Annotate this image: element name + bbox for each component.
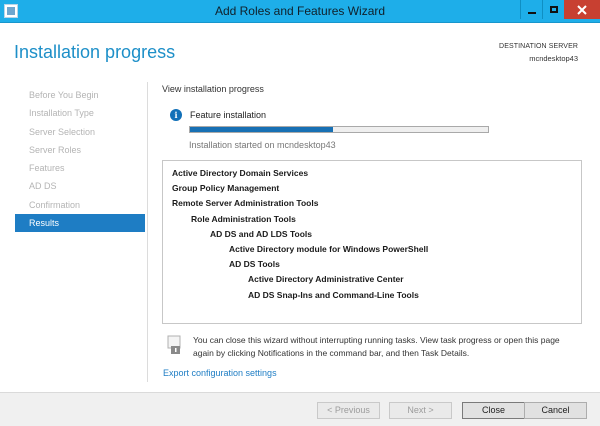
cancel-button[interactable]: Cancel — [524, 402, 587, 419]
nav-item-results[interactable]: Results — [15, 214, 145, 233]
installation-status-text: Installation started on mcndesktop43 — [189, 140, 336, 150]
features-list[interactable]: Active Directory Domain Services Group Po… — [162, 160, 582, 324]
nav-item-server-roles[interactable]: Server Roles — [15, 141, 145, 159]
feature-list-item: Remote Server Administration Tools — [172, 198, 319, 209]
nav-item-confirmation[interactable]: Confirmation — [15, 196, 145, 214]
info-icon: i — [170, 109, 182, 121]
nav-item-installation-type[interactable]: Installation Type — [15, 104, 145, 122]
feature-installation-label: Feature installation — [190, 110, 267, 120]
feature-list-item: AD DS and AD LDS Tools — [210, 228, 312, 239]
feature-list-item: Role Administration Tools — [191, 213, 296, 224]
wizard-nav: Before You Begin Installation Type Serve… — [15, 86, 145, 233]
feature-installation-row: i Feature installation — [170, 108, 500, 128]
close-icon — [577, 4, 587, 15]
export-configuration-link[interactable]: Export configuration settings — [163, 368, 277, 378]
feature-list-item: AD DS Snap-Ins and Command-Line Tools — [248, 289, 419, 300]
page-title: Installation progress — [14, 42, 176, 62]
maximize-icon — [549, 6, 558, 13]
nav-item-ad-ds[interactable]: AD DS — [15, 177, 145, 195]
info-note: You can close this wizard without interr… — [163, 331, 583, 363]
feature-list-item: Active Directory Domain Services — [172, 168, 309, 178]
feature-list-item: Active Directory Administrative Center — [248, 274, 404, 285]
minimize-icon — [527, 12, 536, 14]
close-window-button[interactable] — [564, 0, 600, 19]
progress-section: View installation progress i Feature ins… — [162, 84, 582, 150]
destination-server-label: DESTINATION SERVER — [499, 43, 578, 50]
installation-progress-bar — [189, 126, 489, 133]
nav-item-before-you-begin[interactable]: Before You Begin — [15, 86, 145, 104]
feature-list-item: Active Directory module for Windows Powe… — [229, 243, 429, 254]
nav-divider — [147, 82, 148, 382]
window-title: Add Roles and Features Wizard — [214, 4, 386, 18]
note-text: You can close this wizard without interr… — [193, 335, 560, 358]
view-progress-label: View installation progress — [162, 84, 264, 94]
close-button[interactable]: Close — [462, 402, 525, 419]
minimize-button[interactable] — [520, 0, 542, 19]
maximize-button[interactable] — [542, 0, 564, 19]
nav-item-features[interactable]: Features — [15, 159, 145, 177]
feature-list-item: AD DS Tools — [229, 259, 280, 270]
notification-flag-icon — [167, 335, 181, 354]
nav-item-server-selection[interactable]: Server Selection — [15, 123, 145, 141]
title-bar: Add Roles and Features Wizard — [0, 0, 600, 23]
next-button[interactable]: Next > — [389, 402, 452, 419]
destination-server-name: mcndesktop43 — [529, 54, 578, 63]
wizard-footer: < Previous Next > Close Cancel — [0, 392, 600, 426]
feature-list-item: Group Policy Management — [172, 183, 280, 194]
previous-button[interactable]: < Previous — [317, 402, 380, 419]
progress-bar-fill — [190, 127, 334, 132]
